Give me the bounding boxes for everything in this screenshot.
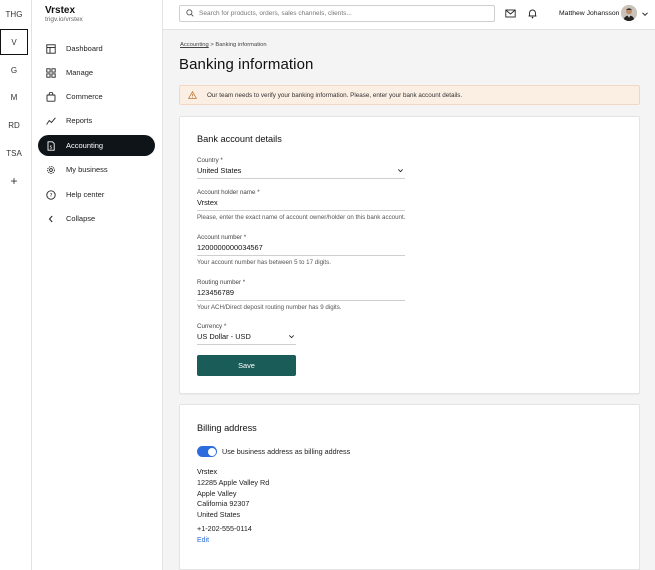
nav-label: Commerce	[66, 92, 103, 101]
billing-address-card: Billing address Use business address as …	[179, 404, 640, 570]
nav-label: Help center	[66, 190, 105, 199]
breadcrumb-accounting-link[interactable]: Accounting	[180, 42, 209, 48]
gear-icon	[46, 165, 56, 175]
address-country: United States	[197, 510, 241, 519]
nav-label: Dashboard	[66, 44, 103, 53]
billing-card-title: Billing address	[197, 423, 257, 433]
brand-name: Vrstex	[45, 5, 76, 16]
breadcrumb: Accounting > Banking information	[180, 42, 267, 48]
holder-helper: Please, enter the exact name of account …	[197, 214, 406, 221]
bank-card-title: Bank account details	[197, 134, 282, 144]
workspace-tsa[interactable]: TSA	[0, 140, 28, 166]
svg-text:?: ?	[50, 193, 53, 199]
save-button[interactable]: Save	[197, 355, 296, 376]
routing-number-input[interactable]: 123456789	[197, 288, 405, 301]
account-number-label: Account number *	[197, 234, 247, 241]
reports-icon	[46, 116, 56, 126]
workspace-rd[interactable]: RD	[0, 112, 28, 138]
address-state-zip: California 92307	[197, 499, 250, 508]
workspace-g[interactable]: G	[0, 57, 28, 83]
toggle-knob	[207, 447, 216, 456]
account-number-helper: Your account number has between 5 to 17 …	[197, 259, 331, 266]
breadcrumb-separator: >	[210, 42, 214, 48]
dashboard-icon	[46, 43, 56, 54]
address-street: 12285 Apple Valley Rd	[197, 478, 270, 487]
mail-icon[interactable]	[505, 8, 516, 19]
avatar[interactable]	[621, 5, 637, 21]
nav-item-reports[interactable]: Reports	[38, 110, 155, 131]
address-name: Vrstex	[197, 467, 218, 476]
search-box[interactable]	[179, 5, 495, 22]
chevron-down-icon[interactable]	[397, 167, 404, 174]
svg-text:$: $	[50, 144, 53, 150]
chevron-down-icon[interactable]	[641, 10, 649, 18]
search-input[interactable]	[199, 10, 489, 17]
commerce-icon	[46, 91, 56, 102]
main-content: Accounting > Banking information Banking…	[163, 30, 655, 570]
sidebar: Vrstex trigv.io/vrstex Dashboard Manage …	[32, 0, 163, 570]
accounting-icon: $	[46, 140, 56, 151]
country-select[interactable]: United States	[197, 166, 405, 179]
nav-label: Reports	[66, 116, 93, 125]
edit-address-link[interactable]: Edit	[197, 537, 209, 544]
verification-alert: Our team needs to verify your banking in…	[179, 85, 640, 105]
nav-item-collapse[interactable]: Collapse	[38, 208, 155, 229]
country-label: Country *	[197, 157, 223, 164]
nav-label: Accounting	[66, 141, 104, 150]
currency-label: Currency *	[197, 323, 227, 330]
add-workspace-button[interactable]: +	[0, 168, 28, 194]
toggle-label: Use business address as billing address	[222, 447, 351, 456]
nav-item-help-center[interactable]: ? Help center	[38, 184, 155, 205]
nav-item-manage[interactable]: Manage	[38, 62, 155, 83]
manage-icon	[46, 67, 56, 78]
chevron-down-icon[interactable]	[288, 333, 295, 340]
warning-icon	[188, 91, 197, 99]
breadcrumb-current: Banking information	[215, 42, 267, 48]
address-city: Apple Valley	[197, 489, 237, 498]
nav-label: Manage	[66, 68, 94, 77]
bank-account-card: Bank account details Country * United St…	[179, 116, 640, 394]
holder-input[interactable]: Vrstex	[197, 198, 405, 211]
workspace-m[interactable]: M	[0, 84, 28, 110]
workspace-rail: THG V G M RD TSA +	[0, 0, 32, 570]
search-icon	[186, 8, 194, 19]
billing-address-toggle[interactable]	[197, 446, 217, 457]
address-phone: +1-202-555-0114	[197, 524, 252, 533]
routing-number-helper: Your ACH/Direct deposit routing number h…	[197, 304, 342, 311]
nav-label: My business	[66, 165, 108, 174]
nav-item-accounting[interactable]: $ Accounting	[38, 135, 155, 156]
workspace-v[interactable]: V	[0, 29, 28, 55]
workspace-thg[interactable]: THG	[0, 1, 28, 27]
alert-text: Our team needs to verify your banking in…	[207, 91, 463, 99]
currency-select[interactable]: US Dollar - USD	[197, 332, 296, 345]
routing-number-label: Routing number *	[197, 279, 246, 286]
account-number-input[interactable]: 1200000000034567	[197, 243, 405, 256]
nav-item-commerce[interactable]: Commerce	[38, 86, 155, 107]
brand-url: trigv.io/vrstex	[45, 16, 83, 23]
chevron-left-icon	[46, 214, 56, 224]
help-icon: ?	[46, 189, 56, 200]
nav-item-my-business[interactable]: My business	[38, 159, 155, 180]
page-title: Banking information	[179, 56, 314, 73]
user-name[interactable]: Matthew Johansson	[559, 10, 619, 17]
nav-label: Collapse	[66, 214, 96, 223]
top-bar: Matthew Johansson	[163, 0, 655, 30]
holder-label: Account holder name *	[197, 189, 260, 196]
nav-item-dashboard[interactable]: Dashboard	[38, 38, 155, 59]
bell-icon[interactable]	[527, 8, 538, 19]
